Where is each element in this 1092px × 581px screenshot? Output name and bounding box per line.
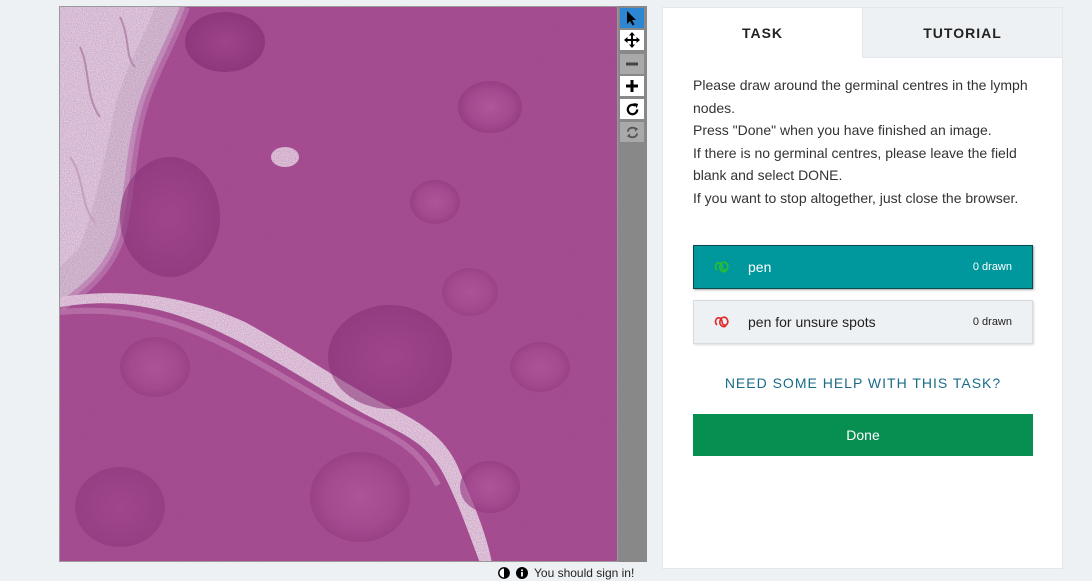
- tab-task[interactable]: TASK: [663, 8, 862, 58]
- reset-button[interactable]: [620, 122, 644, 142]
- pen-tool-label: pen: [748, 259, 772, 275]
- plus-icon: [626, 80, 638, 92]
- pen-green-icon: [714, 260, 734, 274]
- zoom-out-button[interactable]: [620, 54, 644, 74]
- refresh-icon: [626, 126, 638, 138]
- rotate-button[interactable]: [620, 99, 644, 119]
- move-arrows-icon: [624, 32, 640, 48]
- pen-red-icon: [714, 315, 734, 329]
- contrast-icon[interactable]: [498, 567, 510, 579]
- task-panel: TASK TUTORIAL Please draw around the ger…: [662, 7, 1063, 569]
- instruction-line: If there is no germinal centres, please …: [693, 144, 1017, 184]
- unsure-pen-drawn-count: 0 drawn: [972, 316, 1012, 328]
- instruction-line: If you want to stop altogether, just clo…: [693, 189, 1019, 206]
- tab-tutorial[interactable]: TUTORIAL: [862, 8, 1062, 58]
- zoom-in-button[interactable]: [620, 76, 644, 96]
- task-instructions: Please draw around the germinal centres …: [693, 74, 1038, 209]
- subject-image-viewer[interactable]: [59, 6, 618, 562]
- help-link[interactable]: NEED SOME HELP WITH THIS TASK?: [693, 375, 1033, 391]
- lymph-node-tissue-image[interactable]: [60, 7, 618, 562]
- pan-tool-button[interactable]: [620, 30, 644, 50]
- instruction-line: Press "Done" when you have finished an i…: [693, 122, 992, 138]
- done-button[interactable]: Done: [693, 414, 1033, 456]
- arrow-cursor-icon: [627, 11, 636, 26]
- sign-in-notice[interactable]: You should sign in!: [534, 566, 634, 580]
- instruction-line: Please draw around the germinal centres …: [693, 77, 1028, 116]
- viewer-status-bar: You should sign in!: [498, 566, 634, 580]
- rotate-icon: [626, 102, 638, 115]
- unsure-pen-tool-option[interactable]: pen for unsure spots 0 drawn: [693, 300, 1033, 344]
- info-icon[interactable]: [516, 567, 528, 579]
- pen-drawn-count: 0 drawn: [972, 261, 1012, 273]
- task-tabs: TASK TUTORIAL: [663, 8, 1062, 58]
- unsure-pen-tool-label: pen for unsure spots: [748, 314, 876, 330]
- minus-icon: [626, 62, 638, 66]
- viewer-toolbar: [618, 6, 647, 562]
- pointer-tool-button[interactable]: [620, 8, 644, 28]
- pen-tool-option[interactable]: pen 0 drawn: [693, 245, 1033, 289]
